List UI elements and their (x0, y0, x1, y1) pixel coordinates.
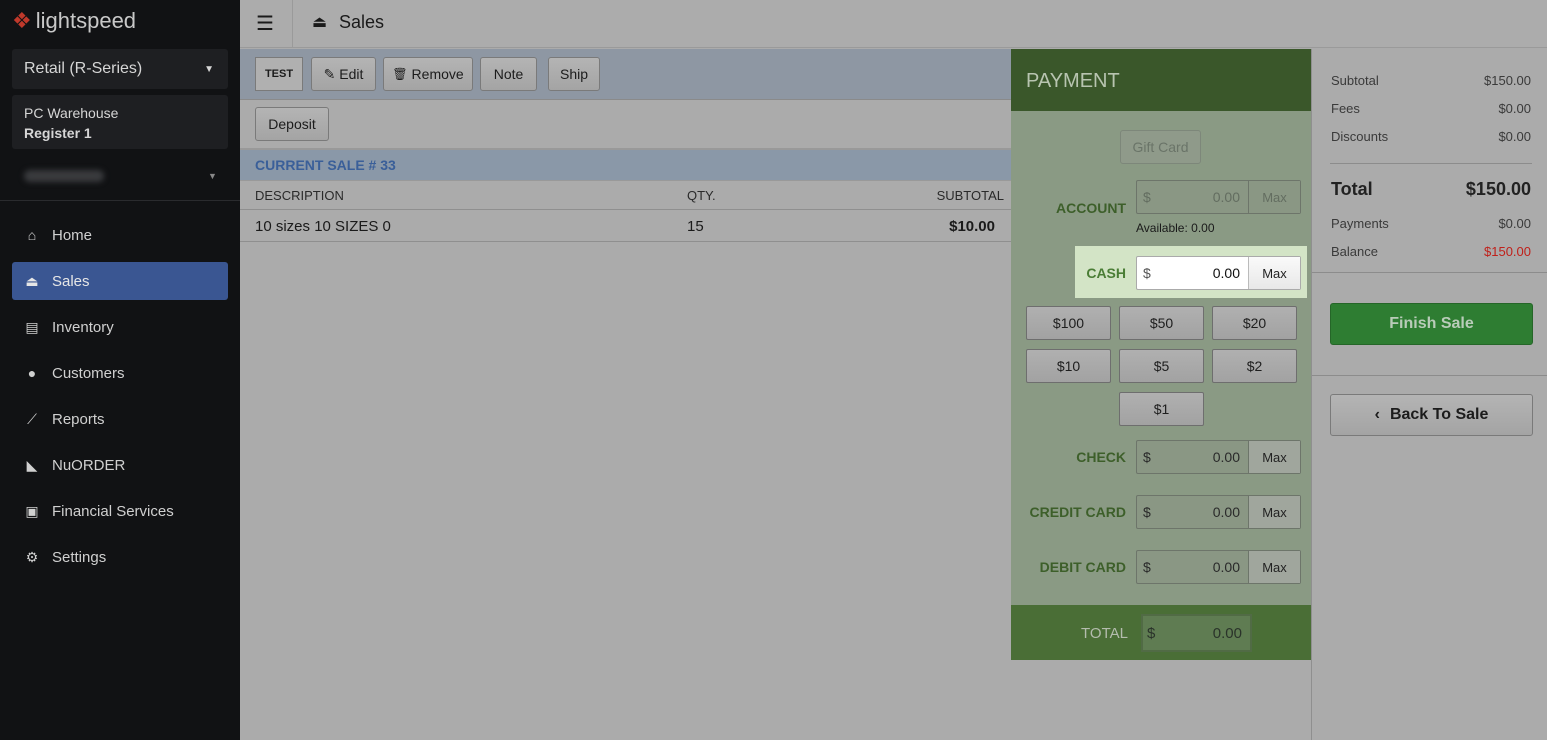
column-qty: QTY. (687, 188, 716, 203)
finish-sale-button[interactable]: Finish Sale (1330, 303, 1533, 345)
gear-icon: ⚙ (25, 548, 39, 565)
chart-icon: ⟋ (27, 410, 37, 427)
register-icon: ⏏ (25, 272, 39, 289)
sidebar-item-sales[interactable]: ⏏ Sales (12, 262, 228, 300)
sidebar-item-home[interactable]: ⌂ Home (12, 216, 228, 254)
product-selector[interactable]: Retail (R-Series) ▼ (12, 49, 228, 89)
inventory-icon: ▤ (25, 318, 39, 335)
divider (1312, 375, 1547, 376)
account-available: Available: 0.00 (1136, 221, 1215, 235)
check-input[interactable]: $0.00 Max (1136, 440, 1301, 474)
register-icon: ⏏ (312, 14, 328, 31)
summary-subtotal: Subtotal $150.00 (1331, 73, 1531, 88)
column-subtotal: SUBTOTAL (936, 188, 1004, 203)
cash-label: CASH (1086, 265, 1126, 281)
nuorder-icon: ◣ (26, 456, 38, 473)
divider (1330, 163, 1532, 164)
sale-table-header: DESCRIPTION QTY. SUBTOTAL (240, 181, 1011, 210)
divider (0, 200, 240, 201)
cash-100-button[interactable]: $100 (1026, 306, 1111, 340)
cash-50-button[interactable]: $50 (1119, 306, 1204, 340)
divider (1311, 49, 1312, 740)
cash-5-button[interactable]: $5 (1119, 349, 1204, 383)
sidebar-item-customers[interactable]: ● Customers (12, 354, 228, 392)
cash-max-button[interactable]: Max (1249, 257, 1300, 289)
summary-discounts: Discounts $0.00 (1331, 129, 1531, 144)
sidebar: ❖ lightspeed Retail (R-Series) ▼ PC Wareho… (0, 0, 240, 740)
cash-20-button[interactable]: $20 (1212, 306, 1297, 340)
sidebar-item-nuorder[interactable]: ◣ NuORDER (12, 446, 228, 484)
sidebar-item-label: Home (52, 226, 93, 244)
divider (1312, 272, 1547, 273)
sidebar-item-settings[interactable]: ⚙ Settings (12, 538, 228, 576)
flame-icon: ❖ (12, 8, 32, 33)
home-icon: ⌂ (27, 227, 37, 243)
caret-down-icon: ▼ (208, 171, 217, 181)
menu-icon[interactable]: ☰ (256, 11, 274, 36)
account-max-button[interactable]: Max (1249, 181, 1300, 213)
test-button[interactable]: TEST (255, 57, 303, 91)
column-description: DESCRIPTION (255, 188, 344, 203)
payment-total-label: TOTAL (1081, 625, 1128, 642)
summary-total: Total $150.00 (1331, 179, 1531, 199)
chevron-left-icon: ‹ (1374, 406, 1380, 423)
logo: ❖ lightspeed (12, 8, 137, 33)
user-icon: ● (27, 365, 37, 381)
back-to-sale-button[interactable]: ‹ Back To Sale (1330, 394, 1533, 436)
account-input[interactable]: $0.00 Max (1136, 180, 1301, 214)
trash-icon: 🗑 (392, 67, 408, 81)
money-icon: ▣ (25, 502, 39, 519)
sidebar-item-label: Customers (52, 364, 125, 382)
payment-total-value: $0.00 (1141, 614, 1252, 652)
sidebar-item-label: Reports (52, 410, 105, 428)
deposit-button[interactable]: Deposit (255, 107, 329, 141)
gift-card-button[interactable]: Gift Card (1120, 130, 1201, 164)
cash-input[interactable]: $0.00 Max (1136, 256, 1301, 290)
current-sale-title: CURRENT SALE # 33 (240, 148, 1011, 181)
debit-card-label: DEBIT CARD (1039, 559, 1126, 575)
register-selector[interactable]: PC Warehouse Register 1 (12, 95, 228, 149)
credit-card-input[interactable]: $0.00 Max (1136, 495, 1301, 529)
check-label: CHECK (1076, 449, 1126, 465)
user-name-blurred[interactable] (24, 170, 104, 182)
summary-fees: Fees $0.00 (1331, 101, 1531, 116)
sidebar-item-reports[interactable]: ⟋ Reports (12, 400, 228, 438)
ship-button[interactable]: Ship (548, 57, 600, 91)
cash-1-button[interactable]: $1 (1119, 392, 1204, 426)
debit-max-button[interactable]: Max (1249, 551, 1300, 583)
check-max-button[interactable]: Max (1249, 441, 1300, 473)
credit-max-button[interactable]: Max (1249, 496, 1300, 528)
table-row[interactable]: 10 sizes 10 SIZES 0 15 $10.00 (240, 210, 1011, 242)
sidebar-item-label: Financial Services (52, 502, 174, 520)
cash-2-button[interactable]: $2 (1212, 349, 1297, 383)
edit-button[interactable]: ✎ Edit (311, 57, 376, 91)
top-header: ☰ ⏏ Sales (240, 0, 1547, 48)
summary-payments: Payments $0.00 (1331, 216, 1531, 231)
payment-title: PAYMENT (1011, 49, 1311, 111)
sidebar-item-inventory[interactable]: ▤ Inventory (12, 308, 228, 346)
caret-down-icon: ▼ (204, 63, 214, 75)
cash-10-button[interactable]: $10 (1026, 349, 1111, 383)
summary-balance: Balance $150.00 (1331, 244, 1531, 259)
sidebar-item-financial-services[interactable]: ▣ Financial Services (12, 492, 228, 530)
sidebar-item-label: NuORDER (52, 456, 126, 474)
page-title: Sales (339, 12, 385, 32)
account-label: ACCOUNT (1056, 200, 1126, 216)
sidebar-item-label: Sales (52, 272, 90, 290)
sidebar-item-label: Settings (52, 548, 107, 566)
divider (292, 0, 293, 48)
credit-card-label: CREDIT CARD (1029, 504, 1126, 520)
note-button[interactable]: Note (480, 57, 537, 91)
remove-button[interactable]: 🗑 Remove (383, 57, 473, 91)
sidebar-item-label: Inventory (52, 318, 114, 336)
debit-card-input[interactable]: $0.00 Max (1136, 550, 1301, 584)
pencil-icon: ✎ (323, 65, 336, 82)
